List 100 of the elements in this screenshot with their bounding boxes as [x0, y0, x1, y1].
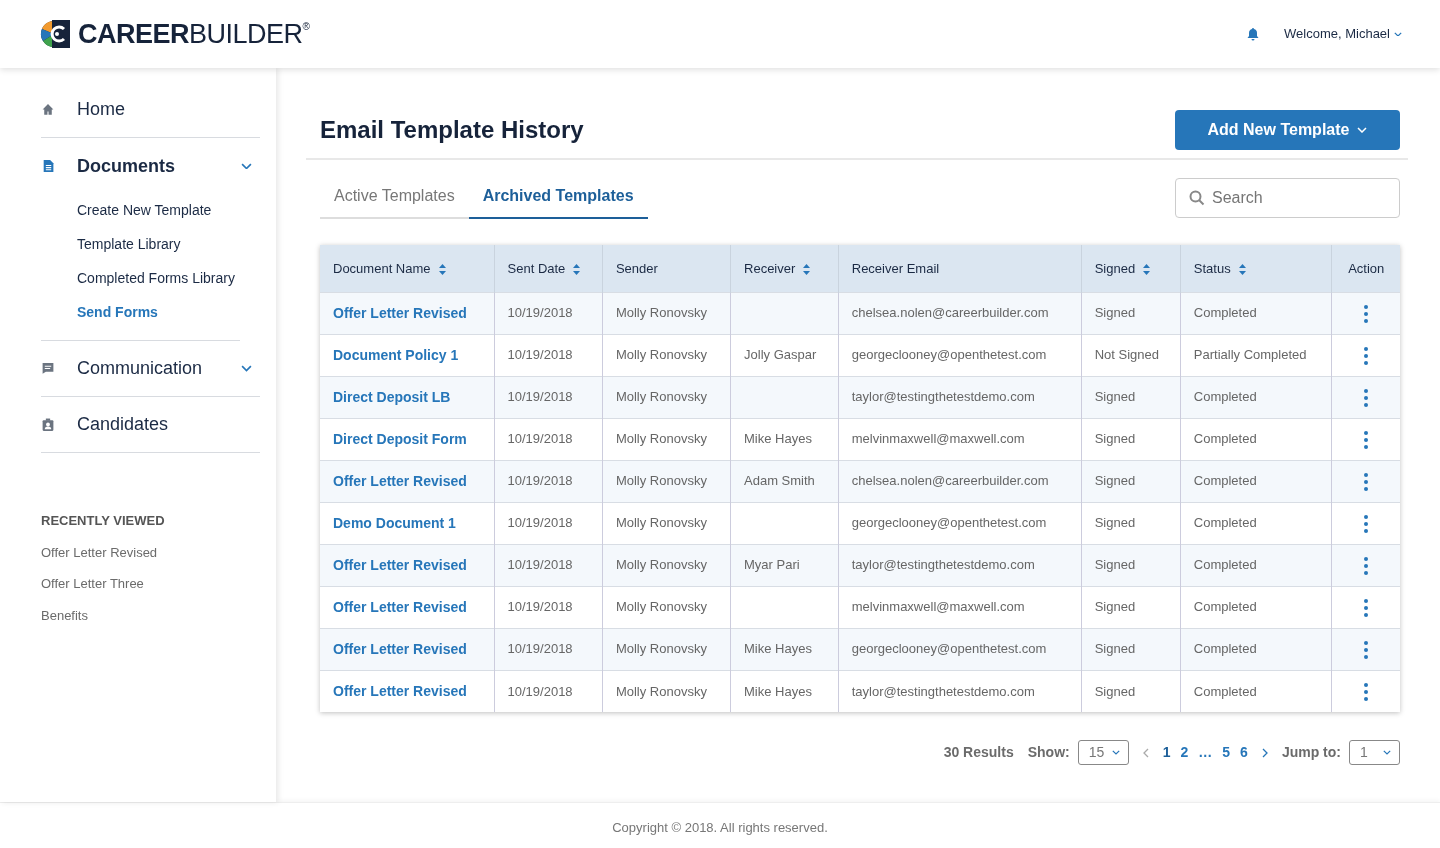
- sidebar-label: Documents: [77, 154, 176, 178]
- page-size-select[interactable]: 15: [1077, 740, 1129, 765]
- more-options-icon[interactable]: [1364, 472, 1369, 491]
- document-link[interactable]: Document Policy 1: [333, 346, 459, 363]
- recent-item[interactable]: Benefits: [41, 605, 260, 625]
- page-link[interactable]: 1: [1162, 742, 1171, 763]
- column-header: Sender: [615, 260, 658, 276]
- search-field[interactable]: Search: [1175, 177, 1400, 218]
- jump-select[interactable]: 1: [1349, 740, 1400, 765]
- table-cell: chelsea.nolen@careerbuilder.com: [851, 473, 1049, 489]
- document-link[interactable]: Direct Deposit Form: [333, 430, 467, 447]
- table-cell: Adam Smith: [744, 473, 815, 489]
- more-options-icon[interactable]: [1364, 640, 1369, 659]
- chevron-icon: [1111, 750, 1120, 755]
- sidebar-subitem[interactable]: Completed Forms Library: [41, 262, 240, 296]
- sort-icon[interactable]: [1143, 263, 1151, 275]
- more-options-icon[interactable]: [1364, 556, 1369, 575]
- table-cell: Mike Hayes: [744, 683, 812, 699]
- table-cell: melvinmaxwell@maxwell.com: [851, 431, 1025, 447]
- document-link[interactable]: Demo Document 1: [333, 514, 456, 531]
- add-template-button[interactable]: Add New Template: [1175, 110, 1400, 150]
- table-cell: Completed: [1193, 683, 1257, 699]
- table-cell: Signed: [1094, 683, 1136, 699]
- sidebar-label: Candidates: [77, 413, 170, 436]
- table-cell: Molly Ronovsky: [615, 305, 707, 321]
- table-cell: Signed: [1094, 599, 1136, 615]
- table-cell: chelsea.nolen@careerbuilder.com: [851, 305, 1049, 321]
- table-cell: 10/19/2018: [507, 599, 573, 615]
- more-options-icon[interactable]: [1364, 388, 1369, 407]
- table-cell: Completed: [1193, 305, 1257, 321]
- column-header[interactable]: Signed: [1094, 260, 1136, 276]
- column-header[interactable]: Receiver: [744, 260, 796, 276]
- more-options-icon[interactable]: [1364, 514, 1369, 533]
- recent-item[interactable]: Offer Letter Three: [41, 574, 260, 594]
- chevron-icon: [1357, 127, 1368, 133]
- column-header[interactable]: Status: [1193, 260, 1231, 276]
- table-cell: georgeclooney@openthetest.com: [851, 515, 1047, 531]
- previous-page-icon[interactable]: [1142, 747, 1149, 758]
- table-cell: Molly Ronovsky: [615, 683, 707, 699]
- sort-icon[interactable]: [438, 263, 446, 275]
- table-cell: Myar Pari: [744, 557, 800, 573]
- more-options-icon[interactable]: [1364, 304, 1369, 323]
- table-cell: Molly Ronovsky: [615, 431, 707, 447]
- home-icon: [41, 102, 55, 117]
- table-cell: Completed: [1193, 389, 1257, 405]
- table-cell: Completed: [1193, 431, 1257, 447]
- table-cell: Signed: [1094, 557, 1136, 573]
- table-cell: 10/19/2018: [507, 515, 573, 531]
- table-cell: taylor@testingthetestdemo.com: [851, 389, 1035, 405]
- sidebar-item[interactable]: Documents: [41, 138, 260, 194]
- more-options-icon[interactable]: [1364, 598, 1369, 617]
- sort-icon[interactable]: [803, 263, 811, 275]
- sort-icon[interactable]: [573, 263, 581, 275]
- table-cell: Signed: [1094, 389, 1136, 405]
- table-cell: taylor@testingthetestdemo.com: [851, 683, 1035, 699]
- jump-label: Jump to:: [1281, 743, 1341, 762]
- sidebar-subitem[interactable]: Create New Template: [41, 194, 240, 228]
- page-link[interactable]: 5: [1222, 742, 1231, 763]
- sidebar-label: Home: [77, 98, 126, 121]
- table-cell: 10/19/2018: [507, 305, 573, 321]
- sidebar-subitem[interactable]: Template Library: [41, 228, 240, 262]
- table-cell: Molly Ronovsky: [615, 473, 707, 489]
- table-cell: Signed: [1094, 305, 1136, 321]
- page-link[interactable]: 6: [1240, 742, 1248, 763]
- section-heading: RECENTLY VIEWED: [41, 512, 166, 530]
- table-cell: 10/19/2018: [507, 473, 573, 489]
- more-options-icon[interactable]: [1364, 683, 1369, 702]
- more-options-icon[interactable]: [1364, 346, 1369, 365]
- column-header: Receiver Email: [851, 260, 940, 276]
- table-cell: Signed: [1094, 515, 1136, 531]
- tab[interactable]: Archived Templates: [468, 176, 648, 219]
- document-icon: [41, 159, 55, 173]
- table-cell: Molly Ronovsky: [615, 641, 707, 657]
- document-link[interactable]: Offer Letter Revised: [333, 682, 467, 699]
- bell-icon[interactable]: [1246, 27, 1261, 41]
- column-header[interactable]: Sent Date: [507, 260, 566, 276]
- table-cell: 10/19/2018: [507, 389, 573, 405]
- sidebar-item[interactable]: Candidates: [41, 397, 260, 453]
- table-cell: Molly Ronovsky: [615, 557, 707, 573]
- sort-icon[interactable]: [1238, 263, 1246, 275]
- document-link[interactable]: Offer Letter Revised: [333, 598, 467, 615]
- table-cell: Completed: [1193, 641, 1257, 657]
- chevron-icon: [1383, 750, 1391, 755]
- table-cell: Not Signed: [1094, 347, 1159, 363]
- sidebar-item[interactable]: Home: [41, 82, 260, 138]
- tab[interactable]: Active Templates: [320, 176, 469, 219]
- copyright-text: Copyright © 2018. All rights reserved.: [612, 820, 828, 835]
- page-link[interactable]: 2: [1180, 742, 1189, 763]
- table-cell: Molly Ronovsky: [615, 599, 707, 615]
- recent-item[interactable]: Offer Letter Revised: [41, 542, 260, 562]
- logo[interactable]: CAREERBUILDER$^{®}$: [78, 13, 310, 55]
- more-options-icon[interactable]: [1364, 430, 1369, 449]
- show-label: Show:: [1027, 743, 1070, 762]
- sidebar-item[interactable]: Communication: [41, 341, 260, 397]
- page-title: Email Template History: [320, 115, 584, 145]
- next-page-icon[interactable]: [1261, 747, 1268, 758]
- sidebar-subitem[interactable]: Send Forms: [41, 296, 240, 330]
- page-link[interactable]: …: [1198, 742, 1213, 763]
- table-cell: Completed: [1193, 515, 1257, 531]
- column-header[interactable]: Document Name: [333, 260, 431, 276]
